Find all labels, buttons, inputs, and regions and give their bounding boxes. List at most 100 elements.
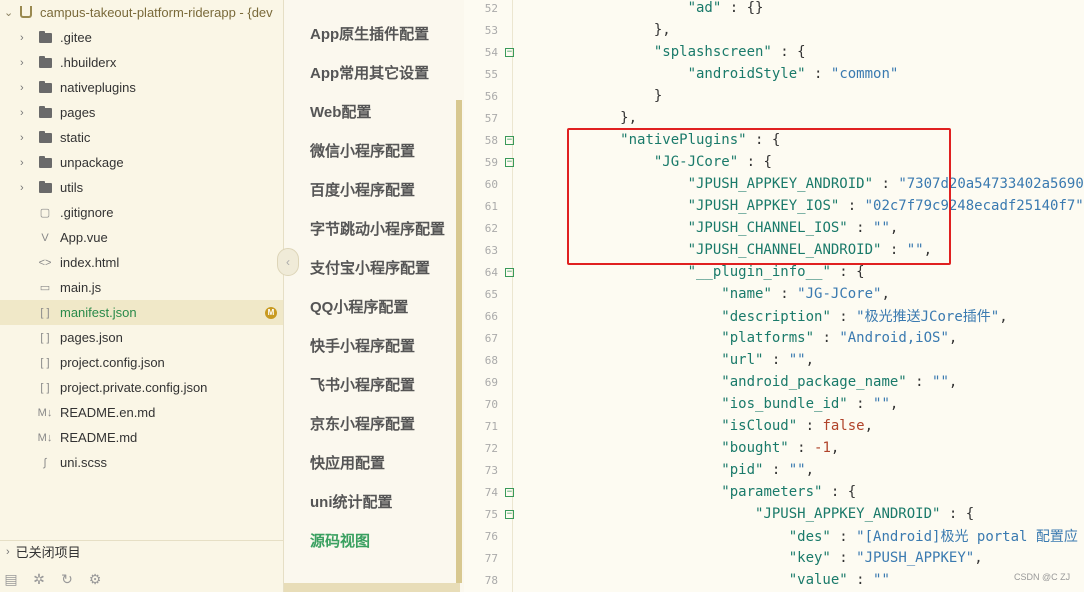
code-token: -1 (814, 440, 831, 456)
tree-item-label: project.private.config.json (60, 380, 208, 395)
nav-item[interactable]: 微信小程序配置 (310, 140, 415, 161)
collapse-panel-button[interactable]: ‹ (277, 248, 299, 276)
chevron-down-icon[interactable]: ⌄ (4, 6, 16, 19)
chevron-right-icon[interactable]: › (20, 157, 24, 169)
code-line[interactable]: 78 "value" : "" (464, 569, 1084, 591)
tree-item[interactable]: ▢ .gitignore (0, 200, 283, 225)
explorer-icon[interactable]: ▤ (2, 570, 20, 588)
code-line[interactable]: 68 "url" : "", (464, 349, 1084, 371)
code-token: , (881, 286, 890, 302)
code-line[interactable]: 75− "JPUSH_APPKEY_ANDROID" : { (464, 503, 1084, 525)
code-line[interactable]: 56 } (464, 85, 1084, 107)
tree-item[interactable]: [ ] project.config.json (0, 350, 283, 375)
chevron-right-icon[interactable]: › (20, 182, 24, 194)
code-token: : { (830, 264, 865, 280)
fold-toggle-icon[interactable]: − (505, 509, 514, 519)
line-number: 76 (484, 529, 498, 543)
tree-item[interactable]: › static (0, 125, 283, 150)
plugin-icon[interactable]: ⚙ (86, 570, 104, 588)
tree-item[interactable]: [ ] project.private.config.json (0, 375, 283, 400)
debug-icon[interactable]: ✲ (30, 570, 48, 588)
nav-item[interactable]: 字节跳动小程序配置 (310, 218, 445, 239)
tree-item[interactable]: › utils (0, 175, 283, 200)
code-line[interactable]: 54− "splashscreen" : { (464, 41, 1084, 63)
chevron-right-icon[interactable]: › (6, 546, 10, 558)
modified-badge: M (265, 306, 277, 319)
nav-item[interactable]: 快应用配置 (310, 452, 385, 473)
code-line[interactable]: 57 }, (464, 107, 1084, 129)
code-text: }, (519, 110, 637, 126)
chevron-right-icon[interactable]: › (20, 107, 24, 119)
fold-toggle-icon[interactable]: − (505, 135, 514, 145)
tree-item[interactable]: V App.vue (0, 225, 283, 250)
code-line[interactable]: 67 "platforms" : "Android,iOS", (464, 327, 1084, 349)
chevron-right-icon[interactable]: › (20, 57, 24, 69)
code-line[interactable]: 77 "key" : "JPUSH_APPKEY", (464, 547, 1084, 569)
code-token: "Android,iOS" (839, 330, 949, 346)
tree-item[interactable]: M↓ README.md (0, 425, 283, 450)
tree-item[interactable]: <> index.html (0, 250, 283, 275)
nav-item[interactable]: Web配置 (310, 101, 371, 122)
code-editor[interactable]: 52 "ad" : {} 53 }, 54− "splashscreen" : {5… (464, 0, 1084, 592)
line-number: 64 (484, 265, 498, 279)
chevron-right-icon[interactable]: › (20, 32, 24, 44)
nav-item[interactable]: 源码视图 (310, 530, 370, 551)
nav-item[interactable]: QQ小程序配置 (310, 296, 408, 317)
code-line[interactable]: 71 "isCloud" : false, (464, 415, 1084, 437)
tree-item[interactable]: ▭ main.js (0, 275, 283, 300)
chevron-right-icon[interactable]: › (20, 82, 24, 94)
code-line[interactable]: 69 "android_package_name" : "", (464, 371, 1084, 393)
nav-item[interactable]: 飞书小程序配置 (310, 374, 415, 395)
code-line[interactable]: 70 "ios_bundle_id" : "", (464, 393, 1084, 415)
fold-toggle-icon[interactable]: − (505, 157, 514, 167)
tree-item[interactable]: › .hbuilderx (0, 50, 283, 75)
code-text: "androidStyle" : "common" (519, 66, 899, 82)
tree-item[interactable]: › unpackage (0, 150, 283, 175)
line-number: 59 (484, 155, 498, 169)
tree-item[interactable]: ∫ uni.scss (0, 450, 283, 475)
fold-toggle-icon[interactable]: − (505, 47, 514, 57)
code-token: "" (788, 462, 806, 478)
code-line[interactable]: 76 "des" : "[Android]极光 portal 配置应 (464, 525, 1084, 547)
fold-toggle-icon[interactable]: − (505, 487, 514, 497)
nav-item[interactable]: 百度小程序配置 (310, 179, 415, 200)
json-file-icon: [ ] (40, 356, 50, 369)
tree-item[interactable]: › pages (0, 100, 283, 125)
tree-item-label: static (60, 130, 91, 145)
nav-item[interactable]: App常用其它设置 (310, 62, 429, 83)
code-line[interactable]: 52 "ad" : {} (464, 0, 1084, 19)
code-token: : { (940, 506, 975, 522)
refresh-icon[interactable]: ↻ (58, 570, 76, 588)
closed-projects[interactable]: › 已关闭项目 (0, 540, 283, 562)
nav-item[interactable]: 支付宝小程序配置 (310, 257, 430, 278)
project-root[interactable]: ⌄ campus-takeout-platform-riderapp - {de… (0, 0, 283, 24)
chevron-right-icon[interactable]: › (20, 132, 24, 144)
code-line[interactable]: 73 "pid" : "", (464, 459, 1084, 481)
code-line[interactable]: 74− "parameters" : { (464, 481, 1084, 503)
tree-item[interactable]: › .gitee (0, 25, 283, 50)
code-line[interactable]: 66 "description" : "极光推送JCore插件", (464, 305, 1084, 327)
nav-item[interactable]: 京东小程序配置 (310, 413, 415, 434)
code-line[interactable]: 65 "name" : "JG-JCore", (464, 283, 1084, 305)
tree-item-label: App.vue (60, 230, 108, 245)
line-number: 58 (484, 133, 498, 147)
code-token: : (847, 396, 874, 412)
nav-item[interactable]: App原生插件配置 (310, 23, 429, 44)
code-token: : { (771, 44, 806, 60)
code-line[interactable]: 53 }, (464, 19, 1084, 41)
tree-item[interactable]: [ ] manifest.json M (0, 300, 283, 325)
nav-scrollbar[interactable] (456, 100, 462, 583)
code-token: "description" (721, 309, 831, 325)
tree-item[interactable]: M↓ README.en.md (0, 400, 283, 425)
code-line[interactable]: 55 "androidStyle" : "common" (464, 63, 1084, 85)
nav-item[interactable]: uni统计配置 (310, 491, 393, 512)
nav-item[interactable]: 快手小程序配置 (310, 335, 415, 356)
fold-toggle-icon[interactable]: − (505, 267, 514, 277)
tree-item[interactable]: [ ] pages.json (0, 325, 283, 350)
tree-item[interactable]: › nativeplugins (0, 75, 283, 100)
code-token: "ios_bundle_id" (721, 396, 848, 412)
line-number: 71 (484, 419, 498, 433)
code-line[interactable]: 72 "bought" : -1, (464, 437, 1084, 459)
